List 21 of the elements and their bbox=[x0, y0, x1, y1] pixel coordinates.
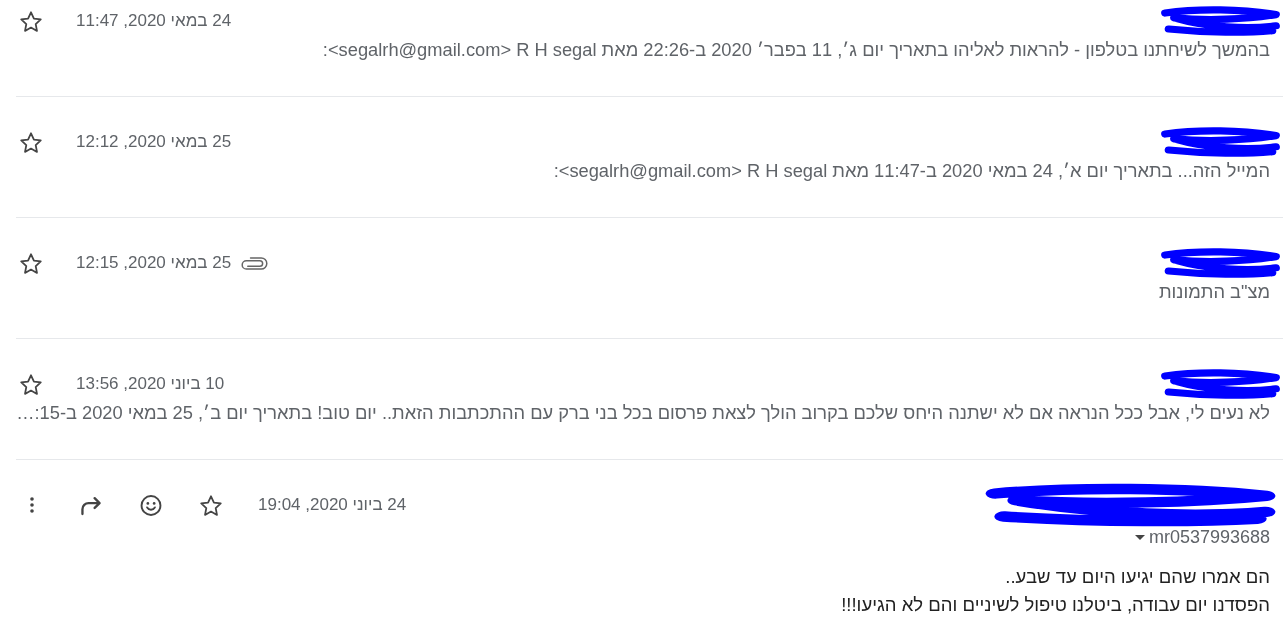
star-icon[interactable] bbox=[20, 10, 42, 32]
message-snippet: בהמשך לשיחתנו בטלפון - להראות לאליהו בתאריך יום ג׳, 11 בפבר׳ 2020 ב-22:26 מאת R H segal <segalrh@gmail.com>: bbox=[321, 39, 1270, 61]
message-date: 25 במאי 2020, 12:15 bbox=[76, 253, 232, 273]
message-body-line: הם אמרו שהם יגיעו היום עד שבע.. bbox=[1004, 565, 1270, 589]
caret-icon[interactable] bbox=[1134, 534, 1145, 540]
emoji-icon[interactable] bbox=[140, 494, 162, 516]
star-icon[interactable] bbox=[20, 131, 42, 153]
message-snippet: המייל הזה... בתאריך יום א׳, 24 במאי 2020 ב-11:47 מאת R H segal <segalrh@gmail.com>: bbox=[552, 160, 1270, 182]
star-icon[interactable] bbox=[20, 252, 42, 274]
star-icon[interactable] bbox=[20, 373, 42, 395]
message-body-line: הפסדנו יום עבודה, ביטלנו טיפול לשיניים והם לא הגיעו!!! bbox=[840, 593, 1270, 617]
message-date: 24 ביוני 2020, 19:04 bbox=[258, 495, 407, 515]
message-date: 25 במאי 2020, 12:12 bbox=[76, 132, 232, 152]
message-date: 10 ביוני 2020, 13:56 bbox=[76, 374, 225, 394]
message-snippet: לא נעים לי, אבל ככל הנראה אם לא ישתנה היחס שלכם בקרוב הולך לצאת פרסום בכל בני ברק עם ההתכתבות הזאת.. יום טוב! בתאריך יום ב׳, 25 במאי 2020 ב-15:… bbox=[15, 402, 1270, 424]
message-snippet: מצ"ב התמונות bbox=[1157, 281, 1270, 303]
recipient-text: mr0537993688 bbox=[1148, 526, 1270, 548]
curved-arrow-icon[interactable] bbox=[80, 494, 102, 516]
more-icon[interactable] bbox=[29, 496, 35, 514]
message-date: 24 במאי 2020, 11:47 bbox=[76, 11, 232, 31]
star-icon[interactable] bbox=[200, 494, 222, 516]
